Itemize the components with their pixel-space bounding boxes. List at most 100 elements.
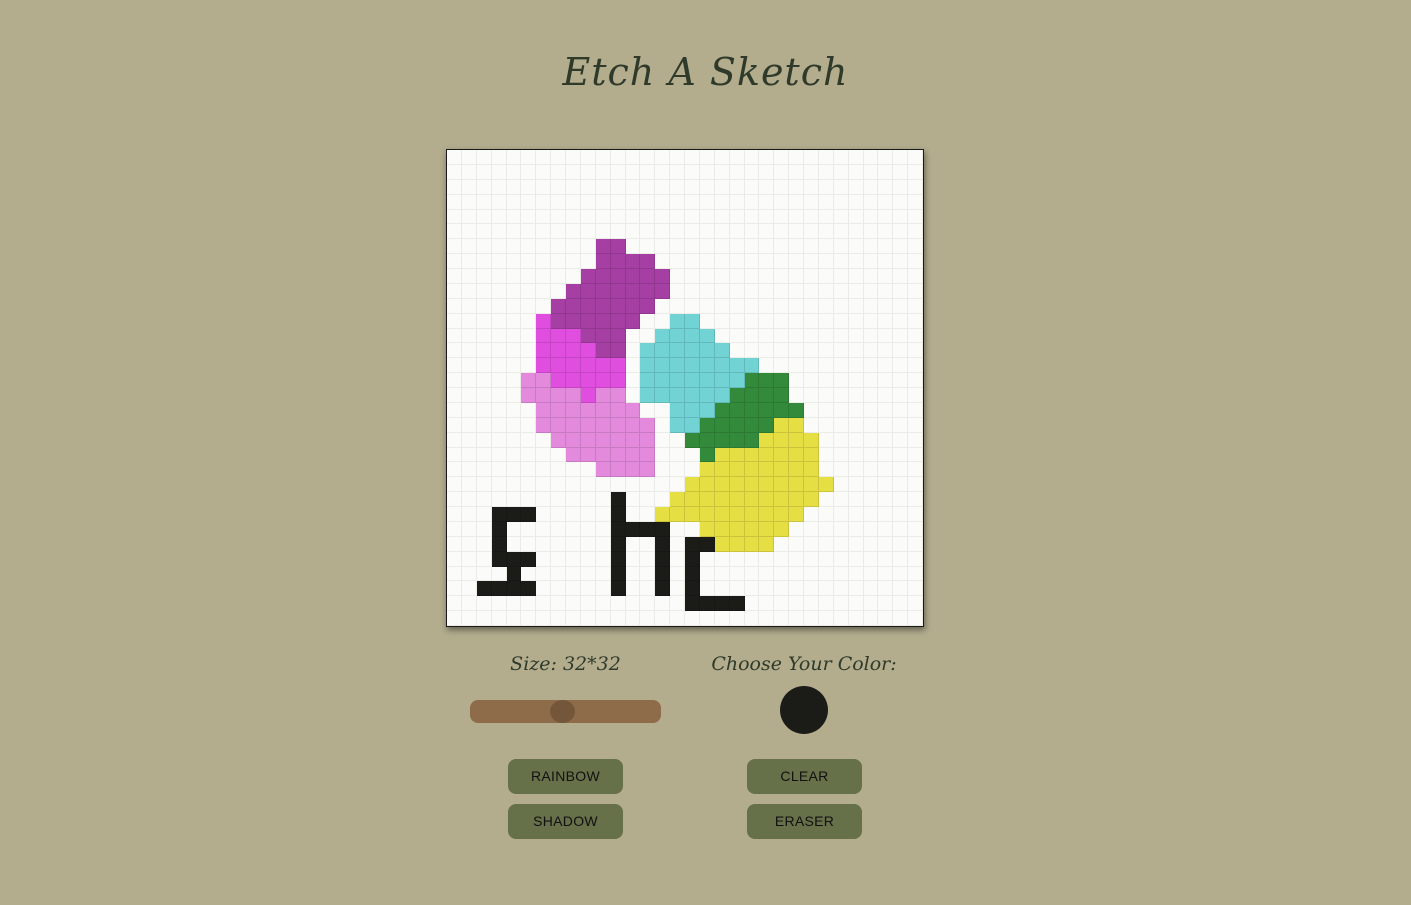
grid-cell[interactable]	[789, 417, 804, 433]
grid-cell[interactable]	[908, 551, 923, 567]
grid-cell[interactable]	[744, 150, 760, 165]
grid-cell[interactable]	[744, 358, 760, 374]
grid-cell[interactable]	[804, 373, 819, 388]
grid-cell[interactable]	[848, 328, 864, 344]
grid-cell[interactable]	[670, 269, 685, 284]
grid-cell[interactable]	[670, 581, 685, 597]
grid-cell[interactable]	[893, 298, 909, 314]
grid-cell[interactable]	[640, 254, 656, 269]
eraser-button[interactable]: ERASER	[747, 804, 862, 839]
grid-cell[interactable]	[476, 402, 492, 418]
grid-cell[interactable]	[848, 298, 864, 314]
grid-cell[interactable]	[685, 269, 700, 284]
grid-cell[interactable]	[461, 417, 477, 433]
grid-cell[interactable]	[476, 551, 492, 567]
grid-cell[interactable]	[566, 298, 581, 314]
grid-cell[interactable]	[580, 343, 596, 359]
grid-cell[interactable]	[595, 373, 611, 388]
grid-cell[interactable]	[521, 566, 537, 582]
grid-cell[interactable]	[506, 507, 522, 522]
grid-cell[interactable]	[461, 269, 477, 284]
grid-cell[interactable]	[744, 402, 760, 418]
grid-cell[interactable]	[714, 477, 730, 493]
grid-cell[interactable]	[447, 388, 462, 403]
grid-cell[interactable]	[610, 298, 626, 314]
grid-cell[interactable]	[699, 194, 715, 210]
grid-cell[interactable]	[670, 283, 685, 299]
grid-cell[interactable]	[461, 343, 477, 359]
grid-cell[interactable]	[595, 581, 611, 597]
grid-cell[interactable]	[893, 239, 909, 255]
grid-cell[interactable]	[580, 164, 596, 180]
grid-cell[interactable]	[655, 566, 671, 582]
grid-cell[interactable]	[640, 462, 656, 478]
grid-cell[interactable]	[461, 283, 477, 299]
grid-cell[interactable]	[476, 566, 492, 582]
grid-cell[interactable]	[878, 298, 894, 314]
grid-cell[interactable]	[774, 269, 790, 284]
grid-cell[interactable]	[699, 596, 715, 612]
grid-cell[interactable]	[566, 179, 581, 195]
grid-cell[interactable]	[461, 150, 477, 165]
grid-cell[interactable]	[580, 507, 596, 522]
grid-cell[interactable]	[833, 313, 849, 329]
grid-cell[interactable]	[789, 209, 804, 225]
grid-cell[interactable]	[908, 224, 923, 240]
grid-cell[interactable]	[893, 373, 909, 388]
grid-cell[interactable]	[774, 402, 790, 418]
grid-cell[interactable]	[506, 536, 522, 552]
grid-cell[interactable]	[610, 507, 626, 522]
grid-cell[interactable]	[714, 417, 730, 433]
grid-cell[interactable]	[804, 492, 819, 507]
grid-cell[interactable]	[491, 447, 507, 463]
grid-cell[interactable]	[893, 566, 909, 582]
grid-cell[interactable]	[774, 521, 790, 537]
grid-cell[interactable]	[461, 492, 477, 507]
grid-cell[interactable]	[863, 283, 879, 299]
grid-cell[interactable]	[640, 581, 656, 597]
grid-cell[interactable]	[566, 224, 581, 240]
grid-cell[interactable]	[566, 358, 581, 374]
grid-cell[interactable]	[551, 581, 566, 597]
grid-cell[interactable]	[699, 343, 715, 359]
grid-cell[interactable]	[714, 194, 730, 210]
grid-cell[interactable]	[833, 373, 849, 388]
grid-cell[interactable]	[714, 269, 730, 284]
grid-cell[interactable]	[699, 611, 715, 626]
grid-cell[interactable]	[670, 298, 685, 314]
grid-cell[interactable]	[804, 581, 819, 597]
grid-cell[interactable]	[908, 402, 923, 418]
grid-cell[interactable]	[774, 209, 790, 225]
grid-cell[interactable]	[566, 477, 581, 493]
grid-cell[interactable]	[848, 566, 864, 582]
grid-cell[interactable]	[714, 611, 730, 626]
grid-cell[interactable]	[461, 432, 477, 448]
grid-cell[interactable]	[670, 388, 685, 403]
grid-cell[interactable]	[491, 179, 507, 195]
grid-cell[interactable]	[536, 373, 552, 388]
grid-cell[interactable]	[521, 179, 537, 195]
grid-cell[interactable]	[521, 283, 537, 299]
grid-cell[interactable]	[774, 432, 790, 448]
grid-cell[interactable]	[536, 358, 552, 374]
grid-cell[interactable]	[893, 611, 909, 626]
grid-cell[interactable]	[506, 224, 522, 240]
grid-cell[interactable]	[699, 551, 715, 567]
grid-cell[interactable]	[476, 239, 492, 255]
grid-cell[interactable]	[551, 254, 566, 269]
grid-cell[interactable]	[476, 224, 492, 240]
grid-cell[interactable]	[491, 388, 507, 403]
grid-cell[interactable]	[774, 492, 790, 507]
grid-cell[interactable]	[595, 328, 611, 344]
grid-cell[interactable]	[878, 611, 894, 626]
grid-cell[interactable]	[848, 150, 864, 165]
grid-cell[interactable]	[789, 447, 804, 463]
grid-cell[interactable]	[744, 269, 760, 284]
grid-cell[interactable]	[595, 462, 611, 478]
grid-cell[interactable]	[447, 224, 462, 240]
grid-cell[interactable]	[714, 343, 730, 359]
grid-cell[interactable]	[521, 521, 537, 537]
grid-cell[interactable]	[685, 432, 700, 448]
grid-cell[interactable]	[759, 388, 775, 403]
grid-cell[interactable]	[878, 179, 894, 195]
